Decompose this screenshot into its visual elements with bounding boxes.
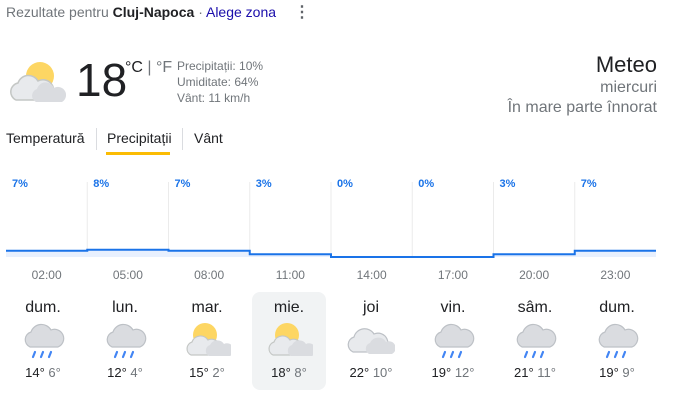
forecast-day[interactable]: mar. 15° 2°	[170, 292, 244, 390]
fahrenheit-toggle[interactable]: °F	[156, 59, 172, 76]
time-tick-label: 17:00	[438, 268, 468, 282]
forecast-temps: 22° 10°	[334, 365, 408, 380]
change-zone-link[interactable]: Alege zona	[206, 4, 276, 20]
time-tick-label: 14:00	[357, 268, 387, 282]
rain-icon	[516, 323, 557, 359]
humidity-detail: Umiditate: 64%	[177, 75, 259, 89]
forecast-high: 22°	[349, 365, 370, 380]
forecast-day-name: lun.	[112, 299, 138, 316]
current-condition: În mare parte înnorat	[507, 99, 657, 116]
search-header: Rezultate pentru Cluj-Napoca · Alege zon…	[6, 4, 276, 20]
partly-cloudy-icon	[268, 323, 313, 356]
forecast-low: 9°	[622, 365, 635, 380]
forecast-high: 21°	[514, 365, 534, 380]
forecast-day[interactable]: joi 22° 10°	[334, 292, 408, 390]
tab-divider	[182, 128, 183, 150]
forecast-temps: 14° 6°	[6, 365, 80, 380]
forecast-day[interactable]: vin. 19° 12°	[416, 292, 490, 390]
rain-icon	[598, 323, 639, 359]
forecast-day-name: dum.	[25, 299, 61, 316]
precip-value-label: 0%	[418, 178, 434, 190]
wind-detail: Vânt: 11 km/h	[177, 91, 251, 105]
rain-icon	[434, 323, 475, 359]
celsius-toggle[interactable]: °C	[125, 59, 143, 76]
forecast-day[interactable]: dum. 19° 9°	[580, 292, 654, 390]
more-options-icon[interactable]: ⋮	[294, 2, 310, 22]
forecast-high: 14°	[25, 365, 45, 380]
results-prefix: Rezultate pentru	[6, 4, 109, 20]
weather-details: Precipitații: 10% Umiditate: 64% Vânt: 1…	[177, 58, 263, 106]
forecast-day-name: sâm.	[517, 299, 553, 316]
location-name: Cluj-Napoca	[112, 4, 195, 20]
forecast-temps: 12° 4°	[88, 365, 162, 380]
precipitation-detail: Precipitații: 10%	[177, 59, 264, 73]
forecast-day[interactable]: lun. 12° 4°	[88, 292, 162, 390]
current-day: miercuri	[600, 79, 657, 96]
time-tick-label: 02:00	[32, 268, 62, 282]
header-separator: ·	[194, 4, 206, 20]
forecast-low: 10°	[372, 365, 393, 380]
current-weather-icon	[10, 62, 66, 102]
time-tick-label: 11:00	[276, 268, 305, 282]
forecast-high: 19°	[431, 365, 452, 380]
forecast-temps: 19° 12°	[416, 365, 490, 380]
time-tick-label: 20:00	[519, 268, 549, 282]
cloudy-icon	[347, 328, 395, 354]
precip-value-label: 7%	[175, 178, 191, 190]
time-tick-label: 05:00	[113, 268, 143, 282]
forecast-temps: 18° 8°	[252, 365, 326, 380]
unit-separator: |	[147, 59, 152, 76]
forecast-day-name: vin.	[440, 299, 466, 316]
forecast-day[interactable]: mie. 18° 8°	[252, 292, 326, 390]
precip-value-label: 3%	[256, 178, 272, 190]
tab-divider	[96, 128, 97, 150]
forecast-day-name: joi	[362, 299, 379, 316]
active-tab-indicator	[106, 152, 170, 155]
time-tick-label: 08:00	[194, 268, 224, 282]
tab-precipitation[interactable]: Precipitații	[107, 130, 172, 146]
precip-value-label: 3%	[500, 178, 516, 190]
tab-temperature[interactable]: Temperatură	[6, 130, 85, 146]
partly-cloudy-icon	[186, 323, 231, 356]
weather-summary: Meteo miercuri În mare parte înnorat	[508, 52, 657, 118]
tab-wind[interactable]: Vânt	[194, 130, 223, 146]
forecast-high: 18°	[271, 365, 291, 380]
forecast-day-name: mar.	[191, 299, 223, 316]
forecast-temps: 15° 2°	[170, 365, 244, 380]
forecast-low: 8°	[294, 365, 307, 380]
rain-icon	[106, 323, 147, 359]
forecast-day[interactable]: dum. 14° 6°	[6, 292, 80, 390]
forecast-day-name: dum.	[599, 299, 635, 316]
forecast-day-name: mie.	[273, 299, 305, 316]
forecast-temps: 19° 9°	[580, 365, 654, 380]
forecast-low: 4°	[130, 365, 143, 380]
weather-title: Meteo	[595, 52, 657, 77]
time-tick-label: 23:00	[600, 268, 630, 282]
precip-value-label: 7%	[581, 178, 597, 190]
forecast-low: 6°	[48, 365, 61, 380]
forecast-low: 2°	[212, 365, 225, 380]
forecast-low: 11°	[537, 365, 556, 380]
forecast-temps: 21° 11°	[498, 365, 572, 380]
forecast-high: 19°	[599, 365, 619, 380]
precip-value-label: 0%	[337, 178, 353, 190]
precipitation-chart: 7% 02:00 8% 05:00 7% 08:00 3% 11:00 0% 14:00 0% 17:…	[6, 178, 656, 282]
precip-value-label: 8%	[93, 178, 109, 190]
current-temperature: 18	[76, 54, 128, 106]
unit-switch: °C | °F	[125, 59, 172, 77]
daily-forecast: dum. 14° 6° lun. 12° 4° mar. 15° 2° mie. 18° 8°…	[0, 292, 681, 392]
forecast-low: 12°	[454, 365, 475, 380]
rain-icon	[24, 323, 65, 359]
precip-value-label: 7%	[12, 178, 28, 190]
forecast-day[interactable]: sâm. 21° 11°	[498, 292, 572, 390]
forecast-high: 12°	[107, 365, 127, 380]
forecast-high: 15°	[189, 365, 209, 380]
